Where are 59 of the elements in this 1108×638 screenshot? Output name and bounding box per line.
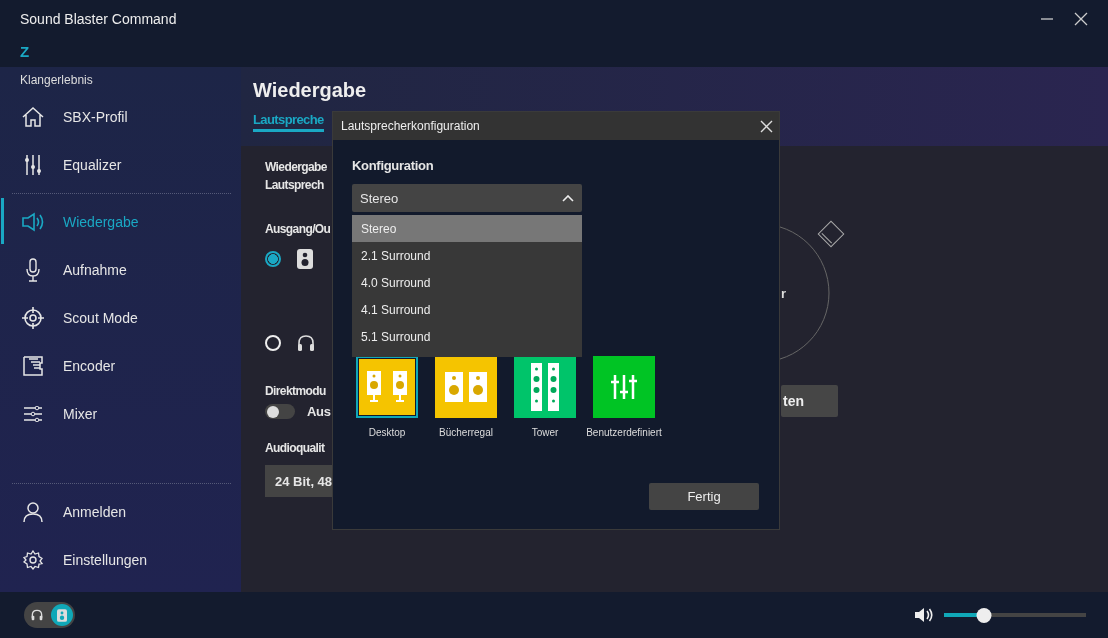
field-label: Konfiguration <box>352 158 435 173</box>
radio-button[interactable] <box>265 251 281 267</box>
section-label: Klangerlebnis <box>20 73 94 87</box>
caret-icon <box>562 194 574 202</box>
sidebar-item[interactable]: Einstellungen <box>12 536 231 584</box>
dropdown-option[interactable]: Stereo <box>352 215 582 242</box>
section-heading: Wiedergabe <box>265 160 327 174</box>
action-button[interactable]: ten <box>781 385 838 417</box>
dropdown-option[interactable]: 5.1 Surround <box>352 323 582 350</box>
user-icon <box>21 501 45 523</box>
sidebar-item[interactable]: Scout Mode <box>12 294 231 342</box>
dropdown-option[interactable]: 2.1 Surround <box>352 242 582 269</box>
toggle-switch[interactable] <box>265 404 295 419</box>
section-heading: Direktmodu <box>265 384 326 398</box>
encoder-icon <box>21 356 45 376</box>
preset-label: Desktop <box>368 427 406 438</box>
home-icon <box>21 106 45 128</box>
speaker-icon <box>21 212 45 232</box>
dropdown-option[interactable]: 4.1 Surround <box>352 296 582 323</box>
desktop-speakers-icon <box>365 371 409 403</box>
tab[interactable]: Lautspreche <box>253 112 324 132</box>
preset-tile[interactable] <box>356 356 418 418</box>
close-icon[interactable] <box>1074 12 1088 26</box>
sidebar-item[interactable]: Mixer <box>12 390 231 438</box>
done-button[interactable]: Fertig <box>649 483 759 510</box>
equalizer-icon <box>611 374 637 400</box>
sidebar-item[interactable]: Encoder <box>12 342 231 390</box>
speaker-icon[interactable] <box>51 604 73 626</box>
tower-speakers-icon <box>530 363 560 411</box>
close-icon[interactable] <box>760 119 773 133</box>
dialog-title: Lautsprecherkonfiguration <box>341 119 480 133</box>
sliders-icon <box>21 406 45 422</box>
sidebar-item[interactable]: Aufnahme <box>12 246 231 294</box>
preset-tile[interactable] <box>514 356 576 418</box>
dropdown-option[interactable]: 4.0 Surround <box>352 269 582 296</box>
section-heading: Ausgang/Ou <box>265 222 331 236</box>
preset-label: Tower <box>531 427 559 438</box>
speaker-icon <box>297 249 313 269</box>
sidebar-item[interactable]: SBX-Profil <box>12 93 231 141</box>
page-title: Wiedergabe <box>253 79 368 102</box>
section-heading: Audioqualit <box>265 441 325 455</box>
window-title: Sound Blaster Command <box>20 11 177 27</box>
toggle-state: Aus <box>307 404 331 419</box>
section-heading: Lautsprech <box>265 178 324 192</box>
preset-tile[interactable] <box>593 356 655 418</box>
bookshelf-speakers-icon <box>444 372 488 402</box>
config-dropdown[interactable]: Stereo <box>352 184 582 212</box>
volume-slider[interactable] <box>944 607 1086 623</box>
preset-label: Benutzerdefiniert <box>586 427 662 438</box>
crosshair-icon <box>21 307 45 329</box>
device-switch[interactable] <box>24 602 75 628</box>
volume-icon[interactable] <box>914 607 934 623</box>
sidebar-item[interactable]: Equalizer <box>12 141 231 189</box>
headphones-icon <box>297 334 315 352</box>
settings-icon <box>21 550 45 570</box>
logo: Z <box>20 43 30 60</box>
preset-label: Bücherregal <box>439 427 493 438</box>
sidebar-item[interactable]: Anmelden <box>12 488 231 536</box>
preset-tile[interactable] <box>435 356 497 418</box>
